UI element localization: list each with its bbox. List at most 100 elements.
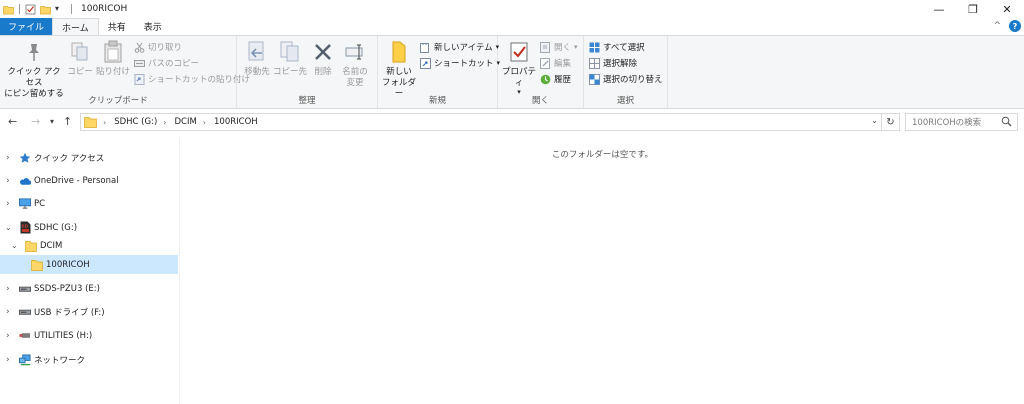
expand-chevron-icon[interactable]: › [6,331,10,341]
toolbar-divider [71,4,72,14]
paste-shortcut-label: ショートカットの貼り付け [148,75,251,85]
forward-arrow-icon[interactable]: → [31,115,40,128]
edit-icon [540,57,551,69]
star-icon [19,152,31,164]
tree-item-pc[interactable]: › PC [0,194,178,213]
ribbon-tabs: ファイル ホーム 共有 表示 ^ ? [0,18,1024,35]
tree-item-dcim[interactable]: ⌄ DCIM [0,236,178,255]
computer-icon [19,198,31,210]
tree-item-onedrive[interactable]: › OneDrive - Personal [0,171,178,190]
breadcrumb-separator-icon[interactable]: › [163,118,166,127]
copy-label: コピー [67,67,93,77]
select-none-label: 選択解除 [603,59,638,69]
pin-quick-access-button[interactable]: クイック アクセス にピン留めする [4,39,64,100]
collapse-chevron-icon[interactable]: ⌄ [11,241,18,250]
breadcrumb-separator-icon[interactable]: › [103,118,106,127]
breadcrumb-sdhc[interactable]: SDHC (G:) [114,117,157,127]
properties-label: プロパティ [501,67,536,88]
pin-label-line1: クイック アクセス [7,67,61,88]
expand-chevron-icon[interactable]: › [6,176,10,186]
tree-label: PC [34,198,46,209]
select-all-button[interactable]: すべて選択 [589,40,645,54]
new-item-button[interactable]: 新しいアイテム ▾ [420,40,499,54]
close-button[interactable]: ✕ [990,0,1024,18]
copy-button[interactable]: コピー [66,39,94,78]
open-button[interactable]: 開く ▾ [540,40,578,54]
up-arrow-icon[interactable]: ↑ [63,115,72,128]
tree-item-utilities[interactable]: › UTILITIES (H:) [0,326,178,345]
collapse-ribbon-icon[interactable]: ^ [993,21,1001,31]
tree-item-quick-access[interactable]: › クイック アクセス [0,148,178,167]
expand-chevron-icon[interactable]: › [6,307,10,317]
copy-path-button[interactable]: パスのコピー [134,56,199,70]
minimize-button[interactable]: — [922,0,956,18]
tab-view[interactable]: 表示 [135,18,171,35]
new-folder-icon[interactable] [40,4,51,15]
window-controls: — ❐ ✕ [922,0,1024,18]
open-group: プロパティ ▾ 開く ▾ 編集 履歴 開く [498,36,584,108]
back-arrow-icon[interactable]: ← [8,115,17,128]
easy-access-button[interactable]: ショートカット ▾ [420,56,500,70]
breadcrumb-100ricoh[interactable]: 100RICOH [214,117,258,127]
collapse-chevron-icon[interactable]: ⌄ [5,223,12,232]
folder-icon [84,116,97,128]
tab-home[interactable]: ホーム [52,18,99,35]
empty-folder-message: このフォルダーは空です。 [551,150,654,160]
navigation-row: ← → ▾ ↑ › SDHC (G:) › DCIM › 100RICOH ⌄ … [0,110,1024,134]
copy-to-button[interactable]: コピー先 [273,39,307,78]
tab-share[interactable]: 共有 [99,18,135,35]
edit-label: 編集 [554,59,572,69]
select-none-icon [589,57,600,69]
cut-button[interactable]: 切り取り [134,40,182,54]
properties-icon[interactable] [25,4,36,15]
edit-button[interactable]: 編集 [540,56,571,70]
customize-dropdown-icon[interactable]: ▾ [55,4,66,15]
open-icon [540,41,551,53]
folder-icon [3,4,14,15]
refresh-icon[interactable]: ↻ [881,114,899,130]
tab-file[interactable]: ファイル [0,18,53,35]
tree-item-network[interactable]: › ネットワーク [0,350,178,369]
paste-shortcut-icon [134,73,145,85]
expand-chevron-icon[interactable]: › [6,355,10,365]
invert-selection-label: 選択の切り替え [603,75,663,85]
move-to-button[interactable]: 移動先 [241,39,273,78]
address-bar[interactable]: › SDHC (G:) › DCIM › 100RICOH ⌄ ↻ [80,113,900,131]
search-input[interactable]: 100RICOHの検索 [905,113,1018,131]
expand-chevron-icon[interactable]: › [6,153,10,163]
open-group-label: 開く [531,96,549,106]
expand-chevron-icon[interactable]: › [6,199,10,209]
window-title: 100RICOH [81,4,128,14]
paste-button[interactable]: 貼り付け [96,39,130,78]
select-all-label: すべて選択 [603,43,645,53]
tree-item-usb[interactable]: › USB ドライブ (F:) [0,302,178,321]
copy-path-label: パスのコピー [148,59,200,69]
new-folder-label-line1: 新しい [386,67,412,77]
tree-item-ssds[interactable]: › SSDS-PZU3 (E:) [0,279,178,298]
properties-button[interactable]: プロパティ ▾ [500,39,538,96]
tree-item-100ricoh[interactable]: 100RICOH [0,255,178,274]
delete-button[interactable]: 削除 [311,39,335,78]
help-icon[interactable]: ? [1009,20,1021,32]
copy-path-icon [134,58,145,69]
rename-button[interactable]: 名前の 変更 [339,39,371,89]
select-none-button[interactable]: 選択解除 [589,56,637,70]
ribbon: クイック アクセス にピン留めする コピー 貼り付け 切り取り パスのコピー シ… [0,35,1024,109]
expand-chevron-icon[interactable]: › [6,284,10,294]
paste-shortcut-button[interactable]: ショートカットの貼り付け [134,72,250,86]
breadcrumb-separator-icon[interactable]: › [203,118,206,127]
new-folder-button[interactable]: 新しい フォルダー [380,39,418,100]
recent-locations-icon[interactable]: ▾ [50,117,54,126]
tree-item-sdhc[interactable]: ⌄ SD SDHC (G:) [0,218,178,237]
restore-button[interactable]: ❐ [956,0,990,18]
breadcrumb-dcim[interactable]: DCIM [174,117,196,127]
invert-selection-button[interactable]: 選択の切り替え [589,72,663,86]
file-list-pane[interactable]: このフォルダーは空です。 [181,137,1024,404]
address-dropdown-icon[interactable]: ⌄ [871,116,878,125]
clipboard-group-label: クリップボード [88,96,148,106]
select-group-label: 選択 [616,96,634,106]
cloud-icon [19,175,31,187]
new-group-label: 新規 [428,96,446,106]
select-group: すべて選択 選択解除 選択の切り替え 選択 [584,36,668,108]
history-button[interactable]: 履歴 [540,72,571,86]
